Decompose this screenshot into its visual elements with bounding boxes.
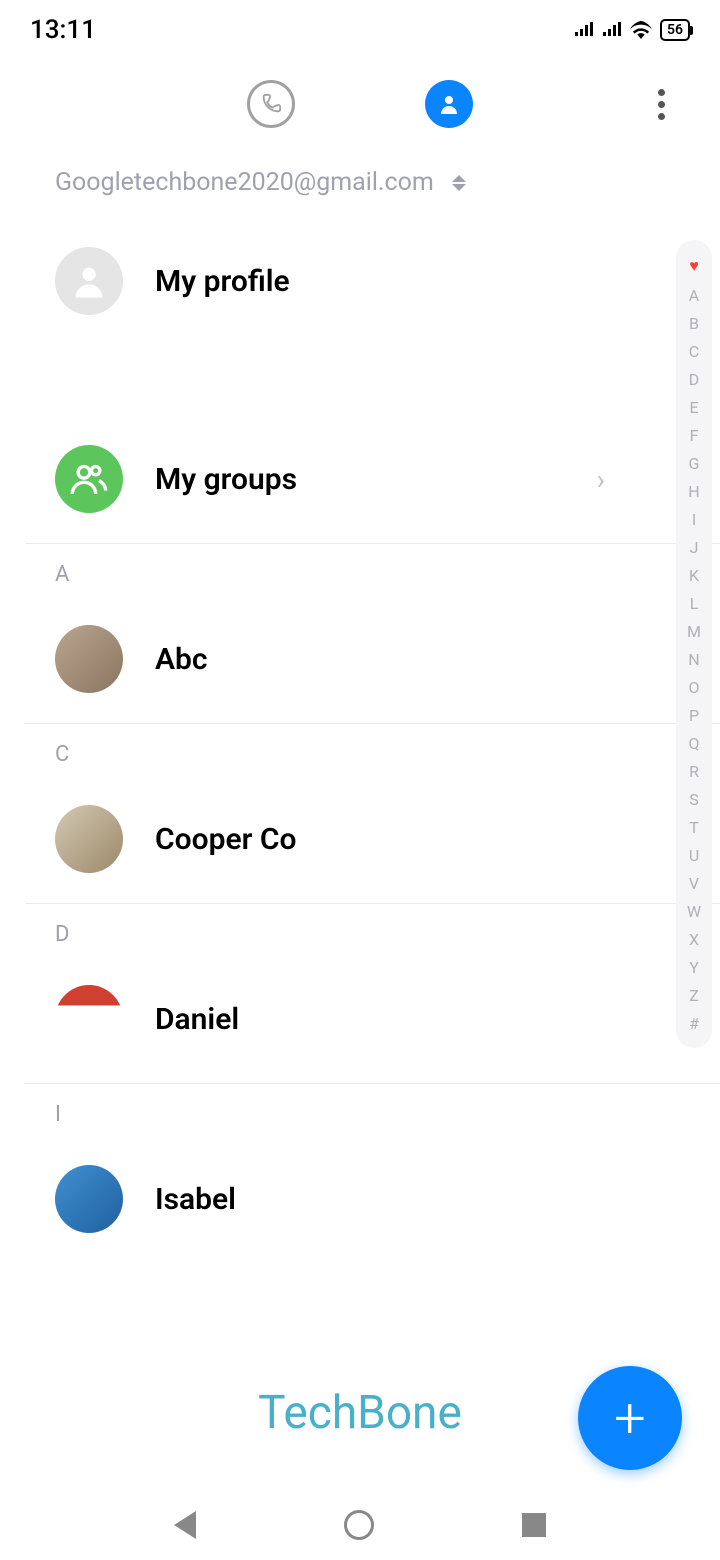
alpha-letter[interactable]: D (689, 372, 700, 388)
nav-recent-icon[interactable] (522, 1513, 546, 1537)
tab-contacts[interactable] (425, 80, 473, 128)
person-icon (69, 261, 109, 301)
alpha-letter[interactable]: T (689, 820, 699, 836)
status-time: 13:11 (30, 15, 96, 45)
battery-icon: 56 (660, 19, 690, 41)
more-dot-icon (658, 113, 665, 120)
alpha-letter[interactable]: L (690, 596, 699, 612)
tab-phone[interactable] (247, 80, 295, 128)
contact-name: Cooper Co (155, 822, 665, 857)
contact-item[interactable]: Isabel (0, 1135, 720, 1263)
alpha-letter[interactable]: B (689, 316, 699, 332)
more-menu[interactable] (658, 89, 665, 120)
alpha-letter[interactable]: G (689, 456, 700, 472)
person-icon (437, 92, 461, 116)
account-chevron-icon (452, 175, 466, 191)
contact-avatar (55, 805, 123, 873)
alpha-letter[interactable]: R (689, 764, 699, 780)
signal-icon-1 (574, 22, 594, 38)
my-groups-label: My groups (155, 462, 565, 497)
heart-icon[interactable]: ♥ (689, 256, 699, 276)
my-groups-item[interactable]: My groups › (0, 415, 720, 543)
watermark: TechBone (258, 1386, 462, 1440)
contact-avatar (55, 1165, 123, 1233)
alpha-letter[interactable]: I (692, 512, 696, 528)
alpha-letter[interactable]: O (688, 680, 699, 696)
contacts-area: My profile My groups › A Abc C Cooper Co… (0, 217, 720, 1263)
plus-icon: + (614, 1385, 646, 1451)
contact-name: Daniel (155, 1002, 665, 1037)
alpha-letter[interactable]: U (689, 848, 699, 864)
section-header-c: C (0, 724, 720, 775)
more-dot-icon (658, 89, 665, 96)
alpha-letter[interactable]: P (689, 708, 699, 724)
contact-avatar (55, 625, 123, 693)
add-contact-fab[interactable]: + (578, 1366, 682, 1470)
alpha-letter[interactable]: F (690, 428, 699, 444)
account-selector[interactable]: Googletechbone2020@gmail.com (0, 148, 720, 217)
nav-home-icon[interactable] (344, 1510, 374, 1540)
section-header-d: D (0, 904, 720, 955)
section-header-a: A (0, 544, 720, 595)
contact-name: Isabel (155, 1182, 665, 1217)
groups-avatar (55, 445, 123, 513)
contact-item[interactable]: Abc (0, 595, 720, 723)
alpha-letter[interactable]: V (689, 876, 699, 892)
account-email: Googletechbone2020@gmail.com (55, 168, 434, 197)
status-bar: 13:11 56 (0, 0, 720, 60)
alpha-letter[interactable]: N (688, 652, 699, 668)
alpha-letter[interactable]: Q (688, 736, 699, 752)
phone-icon (260, 93, 282, 115)
contact-name: Abc (155, 642, 665, 677)
alpha-letter[interactable]: W (687, 904, 701, 920)
wifi-icon (630, 21, 652, 39)
nav-bar (0, 1490, 720, 1560)
signal-icon-2 (602, 22, 622, 38)
alpha-letter[interactable]: H (688, 484, 699, 500)
group-icon (69, 459, 109, 499)
alpha-letter[interactable]: Z (689, 988, 699, 1004)
avatar-placeholder (55, 247, 123, 315)
alpha-letter[interactable]: E (689, 400, 698, 416)
alpha-letter[interactable]: X (689, 932, 699, 948)
alpha-letter[interactable]: S (689, 792, 699, 808)
my-profile-label: My profile (155, 264, 665, 299)
status-icons: 56 (574, 19, 690, 41)
contact-item[interactable]: Daniel (0, 955, 720, 1083)
section-header-i: I (0, 1084, 720, 1135)
top-tabs (0, 60, 720, 148)
nav-back-icon[interactable] (174, 1511, 196, 1539)
alpha-letter[interactable]: Y (689, 960, 699, 976)
alpha-letter[interactable]: # (689, 1016, 699, 1032)
alpha-index[interactable]: ♥ A B C D E F G H I J K L M N O P Q R S … (676, 240, 712, 1048)
alpha-letter[interactable]: K (689, 568, 699, 584)
alpha-letter[interactable]: M (687, 624, 701, 640)
contact-avatar (55, 985, 123, 1053)
more-dot-icon (658, 101, 665, 108)
alpha-letter[interactable]: J (690, 540, 699, 556)
contact-item[interactable]: Cooper Co (0, 775, 720, 903)
chevron-right-icon: › (597, 463, 605, 496)
alpha-letter[interactable]: C (689, 344, 699, 360)
alpha-letter[interactable]: A (689, 288, 699, 304)
my-profile-item[interactable]: My profile (0, 217, 720, 345)
